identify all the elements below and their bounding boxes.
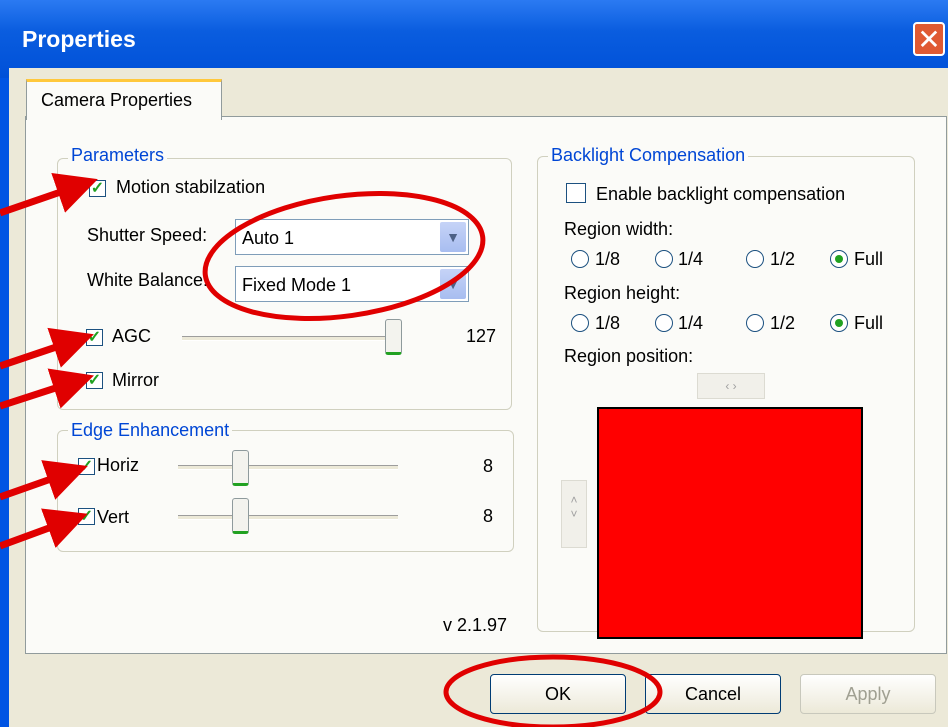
region-height-label: Region height: [564, 283, 681, 303]
edge-enhancement-group [57, 430, 514, 552]
region-vertical-scrollbar[interactable]: ˄ ˅ [561, 480, 587, 548]
apply-button: Apply [800, 674, 936, 714]
close-icon[interactable]: ✕ [913, 22, 945, 56]
region-width-radio-full[interactable] [830, 250, 848, 268]
region-height-radio-1-8[interactable] [571, 314, 589, 332]
region-preview[interactable] [597, 407, 863, 639]
region-width-radio-1-2[interactable] [746, 250, 764, 268]
window-title: Properties [22, 26, 136, 52]
region-horizontal-scrollbar[interactable]: ‹ › [697, 373, 765, 399]
tab-camera-properties[interactable]: Camera Properties [26, 79, 222, 120]
vert-slider-thumb[interactable] [232, 498, 249, 534]
region-width-radio-1-4[interactable] [655, 250, 673, 268]
title-bar[interactable] [0, 0, 948, 78]
cancel-button[interactable]: Cancel [645, 674, 781, 714]
chevron-down-icon[interactable]: ▼ [440, 222, 466, 252]
vert-slider-track[interactable] [178, 515, 398, 520]
motion-stabilization-checkbox[interactable]: ✓ [89, 180, 106, 197]
vert-checkbox[interactable]: ✓ [78, 508, 95, 525]
agc-label: AGC [112, 326, 152, 346]
region-width-option-1-2: 1/2 [770, 249, 796, 269]
backlight-compensation-legend: Backlight Compensation [548, 145, 749, 166]
ok-button[interactable]: OK [490, 674, 626, 714]
shutter-speed-value: Auto 1 [242, 228, 295, 248]
agc-checkbox[interactable]: ✓ [86, 329, 103, 346]
horiz-label: Horiz [97, 455, 140, 475]
region-height-radio-1-2[interactable] [746, 314, 764, 332]
region-height-radio-full[interactable] [830, 314, 848, 332]
region-width-option-1-8: 1/8 [595, 249, 621, 269]
white-balance-value: Fixed Mode 1 [242, 275, 352, 295]
region-height-radio-1-4[interactable] [655, 314, 673, 332]
shutter-speed-label: Shutter Speed: [87, 225, 208, 245]
edge-enhancement-legend: Edge Enhancement [68, 420, 233, 441]
chevron-down-icon[interactable]: ▼ [440, 269, 466, 299]
enable-backlight-checkbox[interactable] [566, 183, 586, 203]
motion-stabilization-label: Motion stabilzation [116, 177, 266, 197]
region-height-option-full: Full [854, 313, 884, 333]
region-width-radio-1-8[interactable] [571, 250, 589, 268]
parameters-legend: Parameters [68, 145, 168, 166]
horiz-checkbox[interactable]: ✓ [78, 458, 95, 475]
horiz-slider-track[interactable] [178, 465, 398, 470]
region-width-label: Region width: [564, 219, 674, 239]
mirror-label: Mirror [112, 370, 159, 390]
agc-slider-thumb[interactable] [385, 319, 402, 355]
agc-value: 127 [466, 326, 497, 346]
vert-value: 8 [483, 506, 494, 526]
horiz-value: 8 [483, 456, 494, 476]
region-width-option-1-4: 1/4 [678, 249, 704, 269]
vert-label: Vert [97, 507, 130, 527]
mirror-checkbox[interactable]: ✓ [86, 372, 103, 389]
region-width-option-full: Full [854, 249, 884, 269]
region-height-option-1-4: 1/4 [678, 313, 704, 333]
white-balance-label: White Balance: [87, 270, 209, 290]
agc-slider-track[interactable] [182, 336, 402, 341]
region-position-label: Region position: [564, 346, 694, 366]
shutter-speed-select[interactable]: Auto 1 ▼ [235, 219, 469, 255]
white-balance-select[interactable]: Fixed Mode 1 ▼ [235, 266, 469, 302]
region-height-option-1-2: 1/2 [770, 313, 796, 333]
region-height-option-1-8: 1/8 [595, 313, 621, 333]
horiz-slider-thumb[interactable] [232, 450, 249, 486]
version-label: v 2.1.97 [443, 615, 508, 635]
enable-backlight-label: Enable backlight compensation [596, 184, 846, 204]
